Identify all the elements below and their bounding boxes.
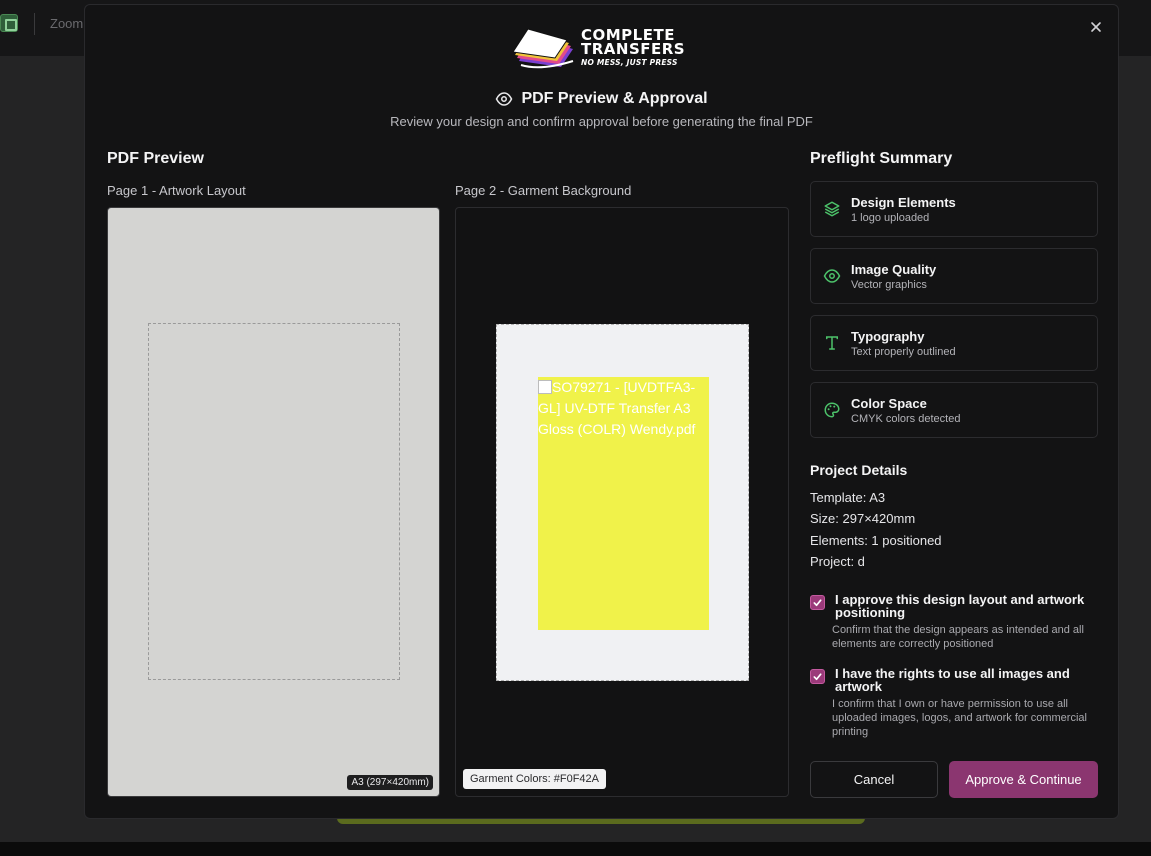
cancel-button[interactable]: Cancel xyxy=(810,761,938,798)
preflight-heading: Preflight Summary xyxy=(810,150,953,167)
detail-size: Size: 297×420mm xyxy=(810,511,916,526)
eye-icon xyxy=(823,269,841,283)
approve-layout-checkbox[interactable] xyxy=(810,595,825,610)
rights-confirm-row[interactable]: I have the rights to use all images and … xyxy=(810,667,1100,741)
garment-image-alt-text: SO79271 - [UVDTFA3-GL] UV-DTF Transfer A… xyxy=(538,379,696,437)
approve-continue-button[interactable]: Approve & Continue xyxy=(949,761,1098,798)
preflight-item-typography: Typography Text properly outlined xyxy=(810,315,1098,371)
broken-image-icon xyxy=(538,380,552,394)
project-details-heading: Project Details xyxy=(810,462,908,478)
approve-layout-label[interactable]: I approve this design layout and artwork… xyxy=(835,593,1100,619)
preflight-item-design-elements: Design Elements 1 logo uploaded xyxy=(810,181,1098,237)
preflight-item-color-space: Color Space CMYK colors detected xyxy=(810,382,1098,438)
page1-artwork-preview: A3 (297×420mm) xyxy=(107,207,440,797)
transfer-sheets-logo-icon xyxy=(512,28,574,69)
detail-project: Project: d xyxy=(810,554,865,569)
layers-icon xyxy=(824,201,840,217)
dialog-subtitle: Review your design and confirm approval … xyxy=(390,114,813,129)
preflight-item-subtitle: Vector graphics xyxy=(851,279,927,291)
page2-garment-preview: SO79271 - [UVDTFA3-GL] UV-DTF Transfer A… xyxy=(455,207,789,797)
page-size-badge: A3 (297×420mm) xyxy=(347,775,433,790)
app-bottom-strip xyxy=(0,842,1151,856)
pdf-preview-heading: PDF Preview xyxy=(107,150,204,167)
dialog-title: PDF Preview & Approval xyxy=(521,90,708,107)
zoom-label[interactable]: Zoom xyxy=(50,16,83,31)
approve-layout-description: Confirm that the design appears as inten… xyxy=(832,624,1084,650)
brand-logo: COMPLETE TRANSFERS NO MESS, JUST PRESS xyxy=(511,25,693,71)
garment-sheet: SO79271 - [UVDTFA3-GL] UV-DTF Transfer A… xyxy=(496,324,749,681)
rights-confirm-label[interactable]: I have the rights to use all images and … xyxy=(835,667,1100,693)
checkmark-icon xyxy=(813,673,822,681)
close-button[interactable] xyxy=(1088,19,1104,35)
type-icon xyxy=(826,336,838,350)
print-area-guide xyxy=(148,323,400,680)
detail-template: Template: A3 xyxy=(810,490,886,505)
garment-colors-badge: Garment Colors: #F0F42A xyxy=(463,769,606,789)
logo-line-2: TRANSFERS xyxy=(581,40,686,58)
close-icon xyxy=(1091,22,1101,32)
checkmark-icon xyxy=(813,599,822,607)
preflight-item-title: Typography xyxy=(851,329,925,344)
preflight-item-image-quality: Image Quality Vector graphics xyxy=(810,248,1098,304)
rights-confirm-description: I confirm that I own or have permission … xyxy=(832,698,1087,738)
toolbar-divider xyxy=(34,13,35,35)
app-logo-icon[interactable] xyxy=(0,14,18,32)
preflight-item-title: Color Space xyxy=(851,396,927,411)
preflight-item-subtitle: 1 logo uploaded xyxy=(851,212,930,224)
pdf-approval-dialog: COMPLETE TRANSFERS NO MESS, JUST PRESS P… xyxy=(84,4,1119,819)
dialog-title-row: PDF Preview & Approval xyxy=(85,90,1118,108)
garment-artwork-image: SO79271 - [UVDTFA3-GL] UV-DTF Transfer A… xyxy=(538,377,709,630)
preflight-item-title: Image Quality xyxy=(851,262,937,277)
logo-wordmark: COMPLETE TRANSFERS NO MESS, JUST PRESS xyxy=(581,28,686,68)
detail-elements: Elements: 1 positioned xyxy=(810,533,942,548)
preflight-item-title: Design Elements xyxy=(851,195,956,210)
page2-label: Page 2 - Garment Background xyxy=(455,183,632,198)
palette-icon xyxy=(824,402,840,418)
rights-confirm-checkbox[interactable] xyxy=(810,669,825,684)
page1-label: Page 1 - Artwork Layout xyxy=(107,183,246,198)
preflight-item-subtitle: CMYK colors detected xyxy=(851,413,961,425)
logo-tagline: NO MESS, JUST PRESS xyxy=(581,58,678,67)
eye-icon xyxy=(496,92,513,106)
preflight-item-subtitle: Text properly outlined xyxy=(851,346,956,358)
approve-layout-row[interactable]: I approve this design layout and artwork… xyxy=(810,593,1100,653)
